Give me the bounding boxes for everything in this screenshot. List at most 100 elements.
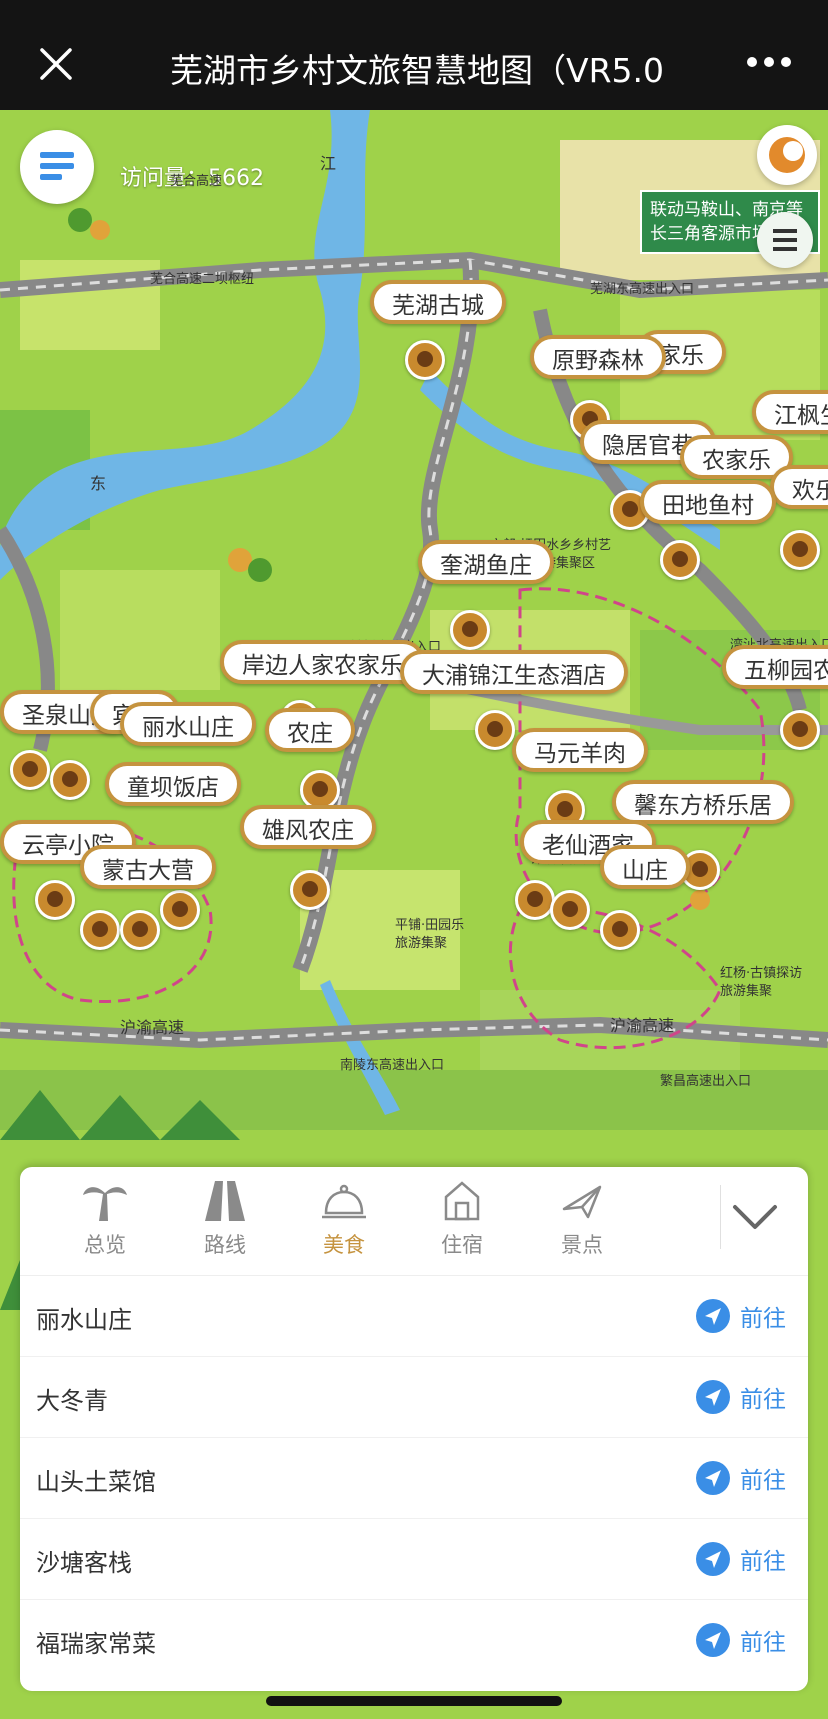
tab-label: 住宿 xyxy=(441,1233,483,1257)
menu-button[interactable] xyxy=(20,130,94,204)
food-map-pin[interactable] xyxy=(475,710,515,750)
restaurant-list: 丽水山庄 前往 大冬青 前往 山头土菜馆 前往 沙塘客栈 前往 福瑞家常菜 前往 xyxy=(20,1275,808,1680)
navigate-button[interactable]: 前往 xyxy=(696,1456,786,1500)
map-label: 东 xyxy=(90,474,107,493)
list-item[interactable]: 丽水山庄 前往 xyxy=(20,1275,808,1356)
navigation-arrow-icon xyxy=(696,1380,730,1414)
navigate-label: 前往 xyxy=(740,1549,786,1575)
collapse-panel-button[interactable] xyxy=(720,1185,785,1249)
tab-food[interactable]: 美食 xyxy=(294,1179,394,1269)
map-label: 平铺·田园乐 xyxy=(395,918,465,933)
tab-lodging[interactable]: 住宿 xyxy=(412,1179,512,1269)
tab-label: 美食 xyxy=(323,1233,365,1257)
food-map-pin[interactable] xyxy=(120,910,160,950)
food-map-pin[interactable] xyxy=(600,910,640,950)
mascot-avatar-button[interactable] xyxy=(757,125,817,185)
food-map-pin[interactable] xyxy=(660,540,700,580)
navigation-arrow-icon xyxy=(696,1461,730,1495)
map-label: 芜合高速二坝枢纽 xyxy=(150,272,255,287)
navigate-button[interactable]: 前往 xyxy=(696,1537,786,1581)
navigate-label: 前往 xyxy=(740,1468,786,1494)
poi-label[interactable]: 岸边人家农家乐 xyxy=(220,640,425,684)
map-label: 沪渝高速 xyxy=(120,1018,185,1037)
poi-label[interactable]: 山庄 xyxy=(600,845,690,889)
tab-label: 总览 xyxy=(84,1233,126,1257)
food-map-pin[interactable] xyxy=(10,750,50,790)
poi-label[interactable]: 蒙古大营 xyxy=(80,845,216,889)
menu-list-icon xyxy=(40,152,74,180)
food-map-pin[interactable] xyxy=(35,880,75,920)
layer-list-button[interactable] xyxy=(757,212,813,268)
chevron-down-icon xyxy=(733,1205,777,1229)
category-panel: 总览 路线 美食 住宿 景点 丽水山庄 前往 大冬青 前往 山头土菜馆 前往 沙… xyxy=(20,1167,808,1691)
restaurant-name: 山头土菜馆 xyxy=(36,1468,156,1496)
restaurant-name: 福瑞家常菜 xyxy=(36,1630,156,1658)
home-indicator xyxy=(266,1696,562,1706)
palm-tree-icon xyxy=(83,1187,127,1221)
food-map-pin[interactable] xyxy=(515,880,555,920)
restaurant-name: 沙塘客栈 xyxy=(36,1549,132,1577)
poi-label[interactable]: 农庄 xyxy=(265,708,355,752)
poi-label[interactable]: 奎湖鱼庄 xyxy=(418,540,554,584)
close-icon[interactable] xyxy=(36,44,76,84)
navigation-arrow-icon xyxy=(696,1623,730,1657)
poi-label[interactable]: 芜湖古城 xyxy=(370,280,506,324)
navigate-button[interactable]: 前往 xyxy=(696,1294,786,1338)
window-title: 芜湖市乡村文旅智慧地图（VR5.0 xyxy=(170,51,664,90)
tab-overview[interactable]: 总览 xyxy=(55,1179,155,1269)
poi-label[interactable]: 五柳园农 xyxy=(722,645,828,689)
navigate-label: 前往 xyxy=(740,1306,786,1332)
map-label: 南陵东高速出入口 xyxy=(340,1058,445,1073)
poi-label[interactable]: 馨东方桥乐居 xyxy=(612,780,794,824)
list-item[interactable]: 山头土菜馆 前往 xyxy=(20,1437,808,1518)
tab-attractions[interactable]: 景点 xyxy=(532,1179,632,1269)
window-top-bar: 芜湖市乡村文旅智慧地图（VR5.0 xyxy=(0,0,828,110)
poi-label[interactable]: 欢乐彬 xyxy=(770,465,828,509)
navigation-arrow-icon xyxy=(696,1299,730,1333)
poi-label[interactable]: 童坝饭店 xyxy=(105,762,241,806)
navigate-button[interactable]: 前往 xyxy=(696,1375,786,1419)
food-map-pin[interactable] xyxy=(780,710,820,750)
category-tabs: 总览 路线 美食 住宿 景点 xyxy=(20,1167,808,1275)
food-map-pin[interactable] xyxy=(290,870,330,910)
map-label: 旅游集聚 xyxy=(395,936,448,951)
map-label: 沪渝高速 xyxy=(610,1016,675,1035)
list-icon xyxy=(773,229,797,251)
tab-route[interactable]: 路线 xyxy=(175,1179,275,1269)
navigation-arrow-icon xyxy=(696,1542,730,1576)
food-map-pin[interactable] xyxy=(550,890,590,930)
restaurant-name: 丽水山庄 xyxy=(36,1306,132,1334)
poi-label[interactable]: 马元羊肉 xyxy=(512,728,648,772)
mascot-icon xyxy=(769,137,805,173)
list-item[interactable]: 大冬青 前往 xyxy=(20,1356,808,1437)
poi-label[interactable]: 大浦锦江生态酒店 xyxy=(400,650,628,694)
poi-label[interactable]: 雄风农庄 xyxy=(240,805,376,849)
navigate-button[interactable]: 前往 xyxy=(696,1618,786,1662)
road-icon xyxy=(205,1181,245,1221)
tab-label: 路线 xyxy=(204,1233,246,1257)
list-item[interactable]: 福瑞家常菜 前往 xyxy=(20,1599,808,1680)
house-icon xyxy=(444,1181,480,1221)
map-label: 繁昌高速出入口 xyxy=(660,1074,752,1089)
poi-label[interactable]: 原野森林 xyxy=(530,335,666,379)
poi-label[interactable]: 江枫生 xyxy=(752,390,828,434)
food-map-pin[interactable] xyxy=(50,760,90,800)
restaurant-name: 大冬青 xyxy=(36,1387,108,1415)
food-map-pin[interactable] xyxy=(80,910,120,950)
list-item[interactable]: 沙塘客栈 前往 xyxy=(20,1518,808,1599)
food-map-pin[interactable] xyxy=(405,340,445,380)
plane-icon xyxy=(562,1185,602,1219)
map-label: 旅游集聚 xyxy=(720,984,773,999)
poi-label[interactable]: 丽水山庄 xyxy=(120,702,256,746)
food-map-pin[interactable] xyxy=(450,610,490,650)
food-map-pin[interactable] xyxy=(300,770,340,810)
food-map-pin[interactable] xyxy=(160,890,200,930)
map-label: 红杨·古镇探访 xyxy=(720,966,803,981)
poi-label[interactable]: 田地鱼村 xyxy=(640,480,776,524)
map-label: 芜合高速 xyxy=(170,174,223,189)
food-cloche-icon xyxy=(322,1184,366,1219)
more-options-icon[interactable] xyxy=(746,54,792,70)
navigate-label: 前往 xyxy=(740,1387,786,1413)
map-label: 芜湖东高速出入口 xyxy=(590,282,695,297)
food-map-pin[interactable] xyxy=(780,530,820,570)
